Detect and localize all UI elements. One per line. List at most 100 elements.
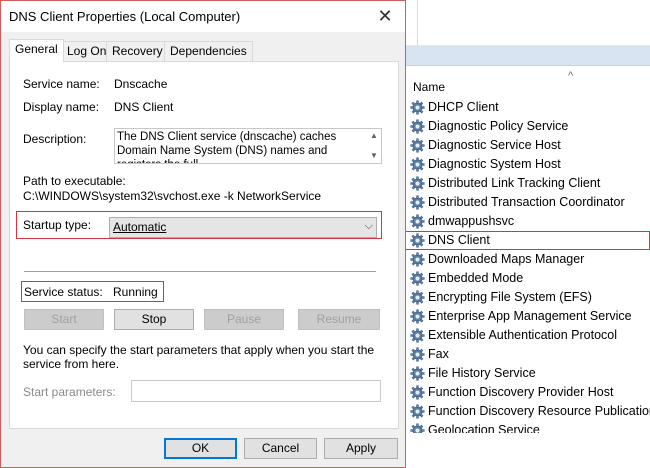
tab-recovery[interactable]: Recovery bbox=[106, 41, 169, 61]
service-list-item-label: Diagnostic System Host bbox=[428, 157, 561, 171]
description-scrollbar[interactable]: ▲ ▼ bbox=[367, 129, 381, 163]
divider bbox=[24, 271, 376, 272]
service-list-item[interactable]: dmwappushsvc bbox=[404, 212, 650, 231]
service-list-item-label: Distributed Link Tracking Client bbox=[428, 176, 601, 190]
gear-icon bbox=[410, 328, 425, 343]
service-list-item[interactable]: Embedded Mode bbox=[404, 269, 650, 288]
gear-icon bbox=[410, 404, 425, 419]
sort-ascending-icon: ^ bbox=[568, 70, 574, 82]
service-list-item-label: Diagnostic Policy Service bbox=[428, 119, 569, 133]
service-list-item[interactable]: Extensible Authentication Protocol bbox=[404, 326, 650, 345]
start-button[interactable]: Start bbox=[24, 309, 104, 330]
tab-general[interactable]: General bbox=[9, 39, 64, 62]
cancel-button[interactable]: Cancel bbox=[244, 438, 317, 459]
apply-button[interactable]: Apply bbox=[324, 438, 398, 459]
startup-type-value: Automatic bbox=[113, 220, 167, 234]
general-tab-panel: Service name: Dnscache Display name: DNS… bbox=[9, 61, 399, 429]
service-status-label: Service status: bbox=[24, 285, 103, 299]
service-name-value: Dnscache bbox=[114, 77, 168, 91]
gear-icon bbox=[410, 309, 425, 324]
service-list-item-label: dmwappushsvc bbox=[428, 214, 515, 228]
service-list-item-label: Distributed Transaction Coordinator bbox=[428, 195, 625, 209]
gear-icon bbox=[410, 347, 425, 362]
service-list-item[interactable]: Enterprise App Management Service bbox=[404, 307, 650, 326]
service-list-item-label: DHCP Client bbox=[428, 100, 499, 114]
path-value: C:\WINDOWS\system32\svchost.exe -k Netwo… bbox=[23, 189, 322, 203]
service-list-item[interactable]: Diagnostic Policy Service bbox=[404, 117, 650, 136]
service-list-item[interactable]: Distributed Transaction Coordinator bbox=[404, 193, 650, 212]
service-list-item[interactable]: Function Discovery Resource Publication bbox=[404, 402, 650, 421]
service-list-item-label: Embedded Mode bbox=[428, 271, 524, 285]
startup-type-select[interactable]: Automatic ⌵ bbox=[109, 217, 377, 238]
service-list-item-label: Downloaded Maps Manager bbox=[428, 252, 585, 266]
gear-icon bbox=[410, 176, 425, 191]
gear-icon bbox=[410, 290, 425, 305]
resume-button[interactable]: Resume bbox=[298, 309, 380, 330]
display-name-value: DNS Client bbox=[114, 100, 174, 114]
display-name-label: Display name: bbox=[23, 100, 100, 114]
service-list-item[interactable]: File History Service bbox=[404, 364, 650, 383]
dns-client-properties-dialog: DNS Client Properties (Local Computer) ✕… bbox=[0, 0, 406, 468]
service-list-item[interactable]: Geolocation Service bbox=[404, 421, 650, 433]
ok-button[interactable]: OK bbox=[164, 438, 237, 459]
service-list-item-label: Fax bbox=[428, 347, 449, 361]
name-column-label: Name bbox=[413, 80, 446, 94]
gear-icon bbox=[410, 214, 425, 229]
divider bbox=[417, 0, 418, 46]
service-list-item[interactable]: Downloaded Maps Manager bbox=[404, 250, 650, 269]
service-name-label: Service name: bbox=[23, 77, 100, 91]
service-status-value: Running bbox=[113, 285, 158, 299]
service-list-item[interactable]: DNS Client bbox=[404, 231, 650, 250]
service-list-item[interactable]: Diagnostic System Host bbox=[404, 155, 650, 174]
service-list-item[interactable]: Function Discovery Provider Host bbox=[404, 383, 650, 402]
service-list-item-label: Function Discovery Resource Publication bbox=[428, 404, 650, 418]
gear-icon bbox=[410, 385, 425, 400]
service-list-item[interactable]: Fax bbox=[404, 345, 650, 364]
service-list-item-label: Enterprise App Management Service bbox=[428, 309, 632, 323]
gear-icon bbox=[410, 138, 425, 153]
startup-type-highlight: Startup type: Automatic ⌵ bbox=[16, 211, 382, 239]
gear-icon bbox=[410, 119, 425, 134]
description-label: Description: bbox=[23, 132, 87, 146]
services-list: DHCP Client Diagnostic Policy Service Diag… bbox=[404, 98, 650, 433]
tab-dependencies[interactable]: Dependencies bbox=[164, 41, 253, 61]
service-list-item[interactable]: Encrypting File System (EFS) bbox=[404, 288, 650, 307]
start-parameters-help-text: You can specify the start parameters tha… bbox=[23, 343, 375, 371]
chevron-down-icon: ⌵ bbox=[364, 220, 373, 232]
gear-icon bbox=[410, 233, 425, 248]
service-list-item-label: DNS Client bbox=[428, 233, 490, 247]
tab-log-on[interactable]: Log On bbox=[61, 41, 113, 61]
scroll-down-icon[interactable]: ▼ bbox=[370, 151, 378, 160]
service-list-item[interactable]: Distributed Link Tracking Client bbox=[404, 174, 650, 193]
description-field[interactable]: The DNS Client service (dnscache) caches… bbox=[114, 128, 382, 164]
service-list-item[interactable]: Diagnostic Service Host bbox=[404, 136, 650, 155]
service-list-item-label: Extensible Authentication Protocol bbox=[428, 328, 618, 342]
gear-icon bbox=[410, 252, 425, 267]
start-parameters-input[interactable] bbox=[131, 380, 381, 402]
service-list-item-label: File History Service bbox=[428, 366, 536, 380]
description-text: The DNS Client service (dnscache) caches… bbox=[117, 131, 337, 163]
name-column-header[interactable]: Name ^ bbox=[404, 66, 650, 96]
dialog-title: DNS Client Properties (Local Computer) bbox=[9, 9, 241, 24]
scroll-up-icon[interactable]: ▲ bbox=[370, 131, 378, 140]
close-icon[interactable]: ✕ bbox=[373, 5, 397, 27]
services-toolbar-area bbox=[404, 0, 650, 46]
service-list-item-label: Geolocation Service bbox=[428, 423, 540, 433]
services-window: Name ^ DHCP Client Diagnostic Policy Serv… bbox=[404, 0, 650, 468]
gear-icon bbox=[410, 157, 425, 172]
service-list-item-label: Function Discovery Provider Host bbox=[428, 385, 614, 399]
gear-icon bbox=[410, 195, 425, 210]
path-label: Path to executable: bbox=[23, 174, 126, 188]
stop-button[interactable]: Stop bbox=[114, 309, 194, 330]
service-list-item[interactable]: DHCP Client bbox=[404, 98, 650, 117]
startup-type-label: Startup type: bbox=[23, 218, 92, 232]
title-bar: DNS Client Properties (Local Computer) ✕ bbox=[1, 1, 405, 32]
service-status-highlight: Service status: Running bbox=[21, 281, 164, 302]
gear-icon bbox=[410, 423, 425, 433]
gear-icon bbox=[410, 100, 425, 115]
gear-icon bbox=[410, 366, 425, 381]
start-parameters-label: Start parameters: bbox=[23, 385, 116, 399]
pause-button[interactable]: Pause bbox=[204, 309, 284, 330]
service-list-item-label: Diagnostic Service Host bbox=[428, 138, 561, 152]
services-tab-strip bbox=[404, 46, 650, 66]
